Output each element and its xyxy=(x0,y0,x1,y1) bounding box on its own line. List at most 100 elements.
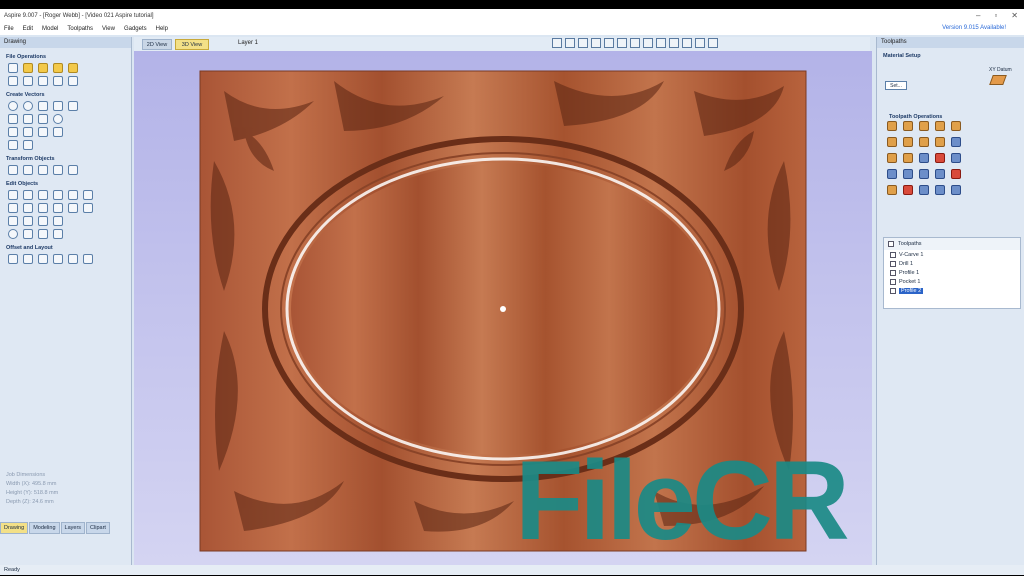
view-icon[interactable] xyxy=(643,38,653,48)
tab-modeling[interactable]: Modeling xyxy=(29,522,60,534)
trace-bitmap-icon[interactable] xyxy=(23,140,33,150)
offset-icon[interactable] xyxy=(8,229,18,239)
view-icon[interactable] xyxy=(617,38,627,48)
import-vectors-icon[interactable] xyxy=(8,76,18,86)
nesting-icon[interactable] xyxy=(53,254,63,264)
polyline-icon[interactable] xyxy=(8,114,18,124)
mirror-icon[interactable] xyxy=(53,165,63,175)
bring-front-icon[interactable] xyxy=(53,216,63,226)
open-file-icon[interactable] xyxy=(23,63,33,73)
merge-toolpath-icon[interactable] xyxy=(951,153,961,163)
rectangle-icon[interactable] xyxy=(38,101,48,111)
join-icon[interactable] xyxy=(8,203,18,213)
fit-curves-icon[interactable] xyxy=(68,203,78,213)
maximize-icon[interactable]: ▫ xyxy=(994,11,997,20)
intersect-icon[interactable] xyxy=(83,190,93,200)
vcarve-toolpath-icon[interactable] xyxy=(935,121,945,131)
texture-toolpath-icon[interactable] xyxy=(935,137,945,147)
import-icon[interactable] xyxy=(53,63,63,73)
undo-icon[interactable] xyxy=(53,76,63,86)
simulate-icon[interactable] xyxy=(887,185,897,195)
export-icon[interactable] xyxy=(68,63,78,73)
profile-toolpath-icon[interactable] xyxy=(887,121,897,131)
tab-clipart[interactable]: Clipart xyxy=(86,522,110,534)
close-icon[interactable]: ✕ xyxy=(1011,11,1018,20)
template-icon[interactable] xyxy=(919,169,929,179)
tiling-icon[interactable] xyxy=(919,185,929,195)
weld-icon[interactable] xyxy=(53,190,63,200)
toolpath-checkbox[interactable] xyxy=(890,269,896,276)
toolpath-item[interactable]: Profile 1 xyxy=(884,268,1020,277)
xy-datum-icon[interactable] xyxy=(989,75,1007,85)
circular-array-icon[interactable] xyxy=(38,254,48,264)
redo-icon[interactable] xyxy=(68,76,78,86)
chevron-icon[interactable] xyxy=(38,229,48,239)
wrap-icon[interactable] xyxy=(951,169,961,179)
view-icon[interactable] xyxy=(708,38,718,48)
finishing-toolpath-icon[interactable] xyxy=(903,153,913,163)
arrows-icon[interactable] xyxy=(53,229,63,239)
dimension-icon[interactable] xyxy=(53,127,63,137)
minimize-icon[interactable]: – xyxy=(976,11,980,20)
view-icon[interactable] xyxy=(565,38,575,48)
import-bitmap-icon[interactable] xyxy=(23,76,33,86)
select-icon[interactable] xyxy=(8,190,18,200)
trim-icon[interactable] xyxy=(38,190,48,200)
spiral-icon[interactable] xyxy=(53,114,63,124)
text-on-curve-icon[interactable] xyxy=(23,127,33,137)
save-icon[interactable] xyxy=(38,63,48,73)
menu-gadgets[interactable]: Gadgets xyxy=(124,26,147,32)
text-style-icon[interactable] xyxy=(38,127,48,137)
cut-icon[interactable] xyxy=(38,76,48,86)
menu-file[interactable]: File xyxy=(4,26,14,32)
close-vector-icon[interactable] xyxy=(23,203,33,213)
fillet-icon[interactable] xyxy=(38,203,48,213)
toolpath-item[interactable]: V-Carve 1 xyxy=(884,250,1020,259)
prism-toolpath-icon[interactable] xyxy=(903,137,913,147)
preview-toolpath-icon[interactable] xyxy=(887,169,897,179)
array-copy-icon[interactable] xyxy=(23,254,33,264)
post-processor-icon[interactable] xyxy=(935,185,945,195)
align-icon[interactable] xyxy=(68,165,78,175)
view-icon[interactable] xyxy=(630,38,640,48)
menu-help[interactable]: Help xyxy=(156,26,168,32)
tab-3d-view[interactable]: 3D View xyxy=(175,39,209,50)
set-material-button[interactable]: Set... xyxy=(885,81,907,90)
toolpath-item[interactable]: Drill 1 xyxy=(884,259,1020,268)
tab-2d-view[interactable]: 2D View xyxy=(142,39,172,50)
toolpath-checkbox[interactable] xyxy=(890,260,896,267)
toolpaths-checkbox[interactable] xyxy=(888,241,894,247)
toolpath-item[interactable]: Pocket 1 xyxy=(884,277,1020,286)
star-icon[interactable] xyxy=(68,101,78,111)
summary-icon[interactable] xyxy=(903,169,913,179)
offset-vectors-icon[interactable] xyxy=(8,254,18,264)
tab-drawing[interactable]: Drawing xyxy=(0,522,29,534)
menu-view[interactable]: View xyxy=(102,26,115,32)
view-icon[interactable] xyxy=(604,38,614,48)
line-icon[interactable] xyxy=(23,114,33,124)
smooth-icon[interactable] xyxy=(83,203,93,213)
inlay-toolpath-icon[interactable] xyxy=(951,137,961,147)
polygon-icon[interactable] xyxy=(53,101,63,111)
extend-icon[interactable] xyxy=(53,203,63,213)
tab-layers[interactable]: Layers xyxy=(60,522,86,534)
version-notice[interactable]: Version 9.015 Available! xyxy=(942,25,1006,31)
view-icon[interactable] xyxy=(552,38,562,48)
drill-toolpath-icon[interactable] xyxy=(919,121,929,131)
circle-icon[interactable] xyxy=(8,101,18,111)
menu-model[interactable]: Model xyxy=(42,26,58,32)
delete-toolpath-icon[interactable] xyxy=(935,153,945,163)
arc-icon[interactable] xyxy=(38,114,48,124)
text-icon[interactable] xyxy=(8,127,18,137)
save-toolpath-icon[interactable] xyxy=(951,185,961,195)
group-icon[interactable] xyxy=(8,216,18,226)
tool-database-icon[interactable] xyxy=(919,153,929,163)
tile-icon[interactable] xyxy=(68,254,78,264)
view-icon[interactable] xyxy=(578,38,588,48)
view-icon[interactable] xyxy=(669,38,679,48)
toolpath-checkbox[interactable] xyxy=(890,251,896,258)
view-icon[interactable] xyxy=(695,38,705,48)
scale-icon[interactable] xyxy=(23,165,33,175)
step-repeat-icon[interactable] xyxy=(83,254,93,264)
moulding-toolpath-icon[interactable] xyxy=(919,137,929,147)
